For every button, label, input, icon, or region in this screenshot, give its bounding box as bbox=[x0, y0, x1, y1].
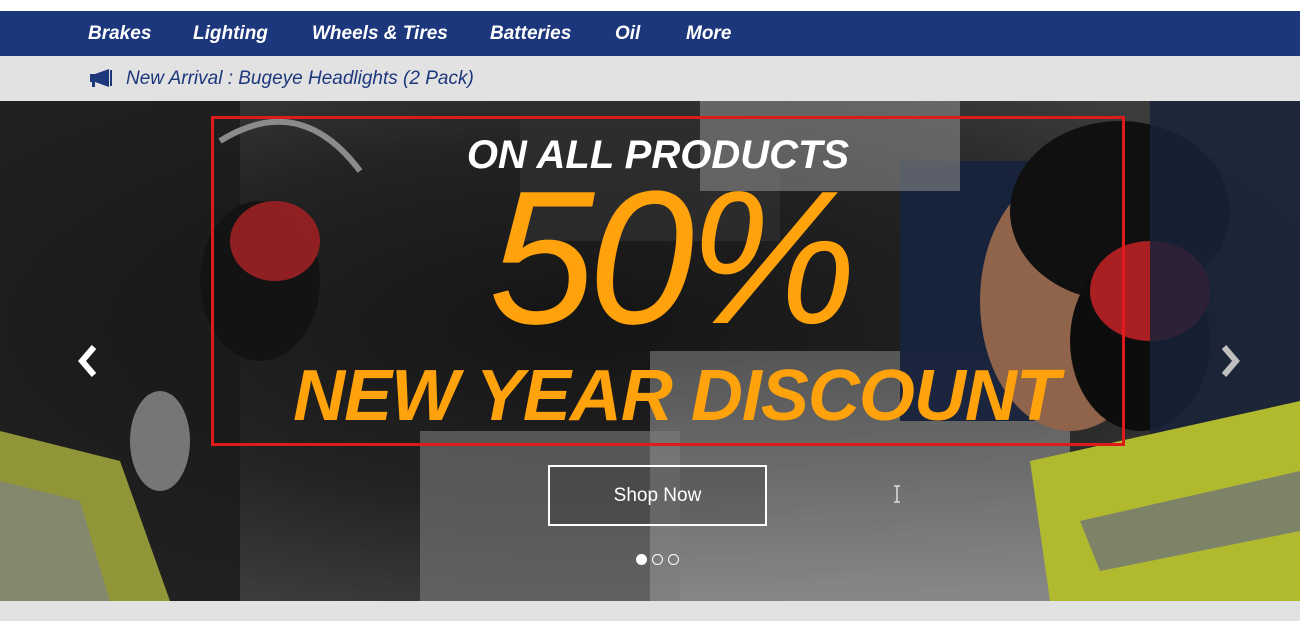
carousel-dot-2[interactable] bbox=[652, 554, 663, 565]
shop-now-button[interactable]: Shop Now bbox=[548, 465, 767, 526]
announcement-bar: New Arrival : Bugeye Headlights (2 Pack) bbox=[0, 56, 1300, 101]
nav-item-batteries[interactable]: Batteries bbox=[490, 11, 571, 56]
main-navbar: Brakes Lighting Wheels & Tires Batteries… bbox=[0, 11, 1300, 56]
bottom-strip bbox=[0, 601, 1300, 621]
nav-item-brakes[interactable]: Brakes bbox=[88, 11, 151, 56]
carousel-dot-1[interactable] bbox=[636, 554, 647, 565]
chevron-right-icon[interactable] bbox=[1214, 341, 1244, 381]
nav-item-more[interactable]: More bbox=[686, 11, 731, 56]
chevron-left-icon[interactable] bbox=[74, 341, 104, 381]
megaphone-icon bbox=[90, 69, 112, 87]
promo-title: NEW YEAR DISCOUNT bbox=[293, 356, 1060, 436]
hero-carousel: ON ALL PRODUCTS 50% NEW YEAR DISCOUNT Sh… bbox=[0, 101, 1300, 601]
promo-discount-percent: 50% bbox=[488, 152, 857, 364]
nav-item-lighting[interactable]: Lighting bbox=[193, 11, 268, 56]
nav-item-oil[interactable]: Oil bbox=[615, 11, 640, 56]
top-strip bbox=[0, 0, 1300, 11]
text-cursor-icon bbox=[894, 485, 900, 503]
carousel-dot-3[interactable] bbox=[668, 554, 679, 565]
announcement-text[interactable]: New Arrival : Bugeye Headlights (2 Pack) bbox=[126, 56, 474, 101]
nav-item-wheels-tires[interactable]: Wheels & Tires bbox=[312, 11, 448, 56]
page: Brakes Lighting Wheels & Tires Batteries… bbox=[0, 0, 1300, 621]
